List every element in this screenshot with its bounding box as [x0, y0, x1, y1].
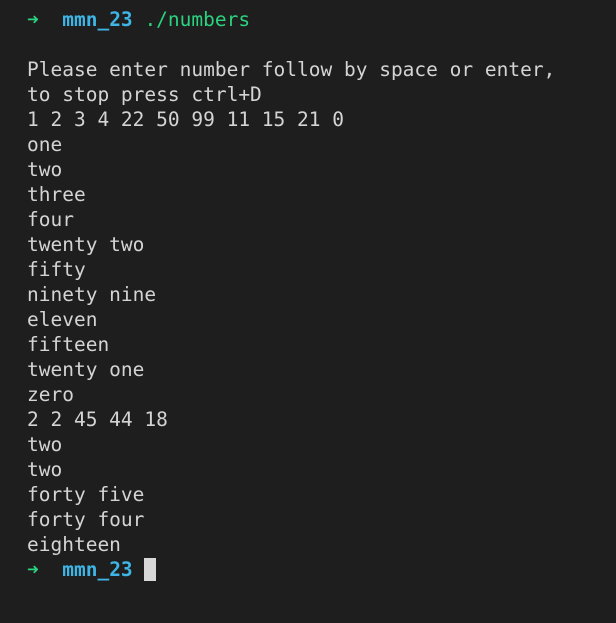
- prompt-command: ./numbers: [144, 8, 251, 31]
- output-word: two: [27, 433, 63, 456]
- output-word: twenty one: [27, 358, 145, 381]
- output-word: two: [27, 158, 63, 181]
- output-word: fifteen: [27, 333, 110, 356]
- command-prompt-line: ➜ mmn_23 ./numbers: [27, 7, 616, 32]
- output-word: two: [27, 458, 63, 481]
- output-word: ninety nine: [27, 283, 157, 306]
- output-word: one: [27, 133, 63, 156]
- output-word: eleven: [27, 308, 98, 331]
- output-word: eighteen: [27, 533, 121, 556]
- output-word: forty five: [27, 483, 145, 506]
- output-word: zero: [27, 383, 74, 406]
- prompt-arrow-icon: ➜: [27, 8, 39, 31]
- prompt-directory: mmn_23: [62, 8, 133, 31]
- output-word: three: [27, 183, 86, 206]
- prompt-directory: mmn_23: [62, 558, 133, 581]
- output-message-line2: to stop press ctrl+D: [27, 83, 262, 106]
- output-word: twenty two: [27, 233, 145, 256]
- user-input-line: 2 2 45 44 18: [27, 408, 168, 431]
- text-cursor[interactable]: [144, 558, 157, 581]
- output-message-line1: Please enter number follow by space or e…: [27, 58, 556, 81]
- output-word: four: [27, 208, 74, 231]
- user-input-line: 1 2 3 4 22 50 99 11 15 21 0: [27, 108, 344, 131]
- output-word: forty four: [27, 508, 145, 531]
- terminal-window[interactable]: ➜ mmn_23 ./numbers Please enter number f…: [27, 7, 616, 582]
- prompt-arrow-icon: ➜: [27, 558, 39, 581]
- active-prompt-line[interactable]: ➜ mmn_23: [27, 557, 616, 582]
- output-word: fifty: [27, 258, 86, 281]
